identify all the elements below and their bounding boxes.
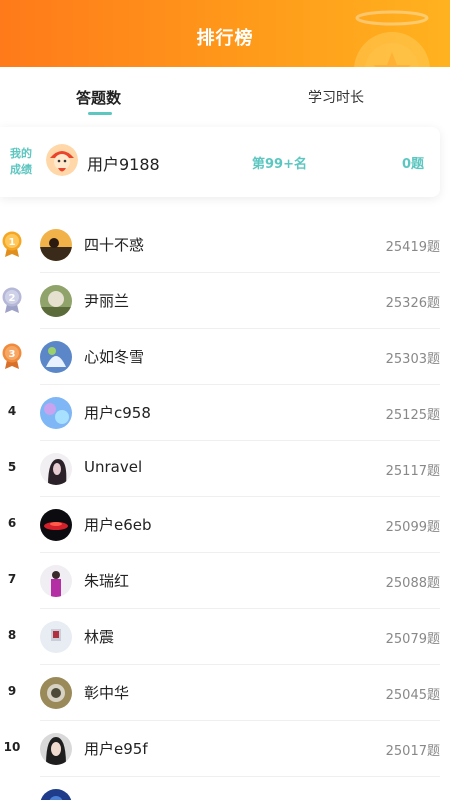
avatar [46,144,78,176]
silver-medal-icon: 2 [2,287,22,313]
svg-text:3: 3 [9,349,16,360]
username: 用户e6eb [84,516,152,534]
answer-count: 25326题 [385,296,440,311]
bronze-medal-icon: 3 [2,343,22,369]
list-item[interactable]: 2 尹丽兰 25326题 [0,273,450,329]
username: 林震 [84,628,115,646]
active-tab-indicator [88,112,112,115]
answer-count: 25088题 [385,576,440,591]
avatar [40,565,72,597]
username: 用户e95f [84,740,148,758]
list-item[interactable]: 3 心如冬雪 25303题 [0,329,450,385]
answer-count: 25419题 [385,240,440,255]
username: 朱瑞红 [84,572,130,590]
gold-medal-icon: 1 [2,231,22,257]
tab-study-time[interactable]: 学习时长 [308,87,364,107]
avatar [40,677,72,709]
username: 彰中华 [84,684,130,702]
tab-bar: 答题数 学习时长 [0,67,450,125]
username: 四十不惑 [84,236,145,254]
avatar [40,341,72,373]
rank-number: 6 [7,516,17,530]
svg-text:2: 2 [9,293,16,304]
answer-count: 25045题 [385,688,440,703]
list-item[interactable]: 1 四十不惑 25419题 [0,217,450,273]
page-title: 排行榜 [196,28,254,49]
my-answer-count: 0题 [401,157,424,172]
svg-text:1: 1 [9,237,16,248]
rank-number: 9 [7,684,17,698]
rank-number: 8 [7,628,17,642]
avatar [40,453,72,485]
my-username: 用户9188 [87,155,160,174]
avatar [40,789,72,800]
avatar [40,229,72,261]
avatar [40,621,72,653]
list-item-partial[interactable] [0,777,450,800]
list-item[interactable]: 7 朱瑞红 25088题 [0,553,450,609]
list-item[interactable]: 4 用户c958 25125题 [0,385,450,441]
list-item[interactable]: 5 Unravel 25117题 [0,441,450,497]
avatar [40,397,72,429]
answer-count: 25125题 [385,408,440,423]
my-rank: 第99+名 [252,157,307,172]
tab-answer-count[interactable]: 答题数 [76,87,121,108]
avatar [40,285,72,317]
rank-number: 10 [3,740,21,754]
answer-count: 25079题 [385,632,440,647]
answer-count: 25017题 [385,744,440,759]
rank-number: 7 [7,572,17,586]
answer-count: 25303题 [385,352,440,367]
my-score-label: 我的 成绩 [10,147,32,176]
answer-count: 25117题 [385,464,440,479]
rank-number: 4 [7,404,17,418]
avatar [40,733,72,765]
list-item[interactable]: 6 用户e6eb 25099题 [0,497,450,553]
app-header: 排行榜 [0,0,450,67]
list-item[interactable]: 9 彰中华 25045题 [0,665,450,721]
answer-count: 25099题 [385,520,440,535]
list-item[interactable]: 8 林震 25079题 [0,609,450,665]
username: 用户c958 [84,404,151,422]
avatar [40,509,72,541]
rank-number: 5 [7,460,17,474]
username: 尹丽兰 [84,292,130,310]
list-item[interactable]: 10 用户e95f 25017题 [0,721,450,777]
username: Unravel [84,458,143,476]
my-score-card: 我的 成绩 用户9188 第99+名 0题 [0,127,440,197]
username: 心如冬雪 [84,348,145,366]
